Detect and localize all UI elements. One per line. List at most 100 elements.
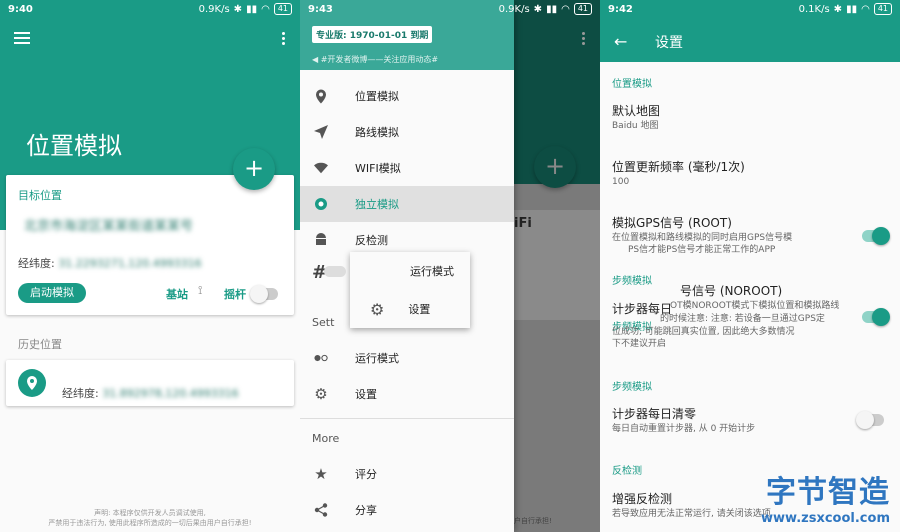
- wifi-status-icon: ◠: [861, 3, 870, 15]
- popup-item-label: 设置: [408, 303, 431, 316]
- page-title: 设置: [655, 35, 683, 51]
- target-coords-row: 经纬度: 31.2293271,120.4993316: [18, 255, 202, 271]
- more-section-header: More: [312, 432, 340, 445]
- dimmed-wifi-text: iFi: [514, 216, 532, 231]
- gear-icon: ⚙: [370, 299, 385, 319]
- battery-icon: 41: [573, 3, 592, 15]
- watermark-text: 字节智造: [766, 475, 890, 510]
- popup-item-settings[interactable]: ⚙ 设置: [350, 290, 470, 328]
- menu-item-route[interactable]: 路线模拟: [300, 114, 514, 150]
- section-header-location: 位置模拟: [612, 79, 652, 90]
- pref-gps-noroot[interactable]: 号信号 (NOROOT): [680, 282, 782, 299]
- coords-label: 经纬度:: [18, 257, 55, 270]
- watermark-logo: 字节智造 www.zsxcool.com: [761, 467, 890, 526]
- pref-enhanced-anti-detect[interactable]: 增强反检测: [612, 490, 672, 507]
- overflow-menu-icon[interactable]: [282, 32, 286, 48]
- pref-step-reset-summary: 每日自动重置计步器, 从 0 开始计步: [612, 424, 756, 434]
- wifi-status-icon: ◠: [561, 3, 570, 15]
- navigation-drawer-screen: + iFi 户自行承担! 9:43 0.9K/s ✱ ▮▮ ◠ 41 专业版: …: [300, 0, 600, 532]
- menu-item-label: 反检测: [355, 234, 388, 247]
- status-bar: 9:43 0.9K/s ✱ ▮▮ ◠ 41: [300, 0, 600, 18]
- menu-item-label: 分享: [355, 504, 377, 517]
- add-location-button[interactable]: +: [233, 148, 275, 190]
- joystick-label: 摇杆: [224, 288, 246, 301]
- gps-noroot-toggle[interactable]: [862, 308, 890, 326]
- history-coords: 31.892978,120.4993316: [102, 387, 239, 400]
- start-simulation-button[interactable]: 启动模拟: [18, 283, 86, 303]
- megaphone-icon: ◀: [312, 55, 319, 64]
- disclaimer: 声明: 本程序仅供开发人员调试使用, 严禁用于违法行为, 使用此程序所造成的一切…: [0, 508, 300, 528]
- pro-badge: 专业版: 1970-01-01 到期: [312, 26, 433, 43]
- target-location-card: 目标位置 北京市海淀区某某街道某某号 经纬度: 31.2293271,120.4…: [6, 175, 294, 315]
- history-label: 历史位置: [18, 338, 62, 351]
- menu-icon[interactable]: [14, 32, 30, 44]
- android-icon: [314, 233, 328, 247]
- overflow-menu-icon: [582, 32, 586, 48]
- disclaimer-line: 严禁用于违法行为, 使用此程序所造成的一切后果由用户自行承担!: [48, 519, 252, 527]
- disclaimer-line: 声明: 本程序仅供开发人员调试使用,: [94, 509, 206, 517]
- share-icon: [314, 503, 328, 517]
- bluetooth-icon: ✱: [533, 3, 543, 15]
- menu-item-settings[interactable]: ⚙ 设置: [300, 376, 514, 412]
- status-bar: 9:42 0.1K/s ✱ ▮▮ ◠ 41: [600, 0, 900, 18]
- popup-item-run-mode[interactable]: 运行模式: [350, 252, 470, 290]
- menu-item-run-mode[interactable]: 运行模式: [300, 340, 514, 376]
- star-icon: ★: [314, 465, 328, 483]
- pref-gps-root-summary: PS信才能PS信号才能正常工作的APP: [628, 245, 776, 255]
- battery-icon: 41: [273, 3, 292, 15]
- target-icon: [314, 197, 328, 211]
- menu-item-standalone[interactable]: 独立模拟: [300, 186, 514, 222]
- section-header-step: 步频模拟: [612, 276, 652, 287]
- divider: [300, 418, 514, 419]
- network-speed: 0.9K/s: [198, 3, 230, 15]
- pref-noroot-summary: OT模NOROOT模式下模拟位置和模拟路线: [670, 301, 840, 311]
- location-pin-icon: [314, 89, 328, 103]
- signal-icon: ▮▮: [246, 3, 258, 15]
- status-bar: 9:40 0.9K/s ✱ ▮▮ ◠ 41: [0, 0, 300, 18]
- toggle-icon: [314, 351, 328, 365]
- pref-noroot-summary: 位成功, 可能跳回真实位置, 因此绝大多数情况: [612, 327, 795, 337]
- location-simulation-screen: 9:40 0.9K/s ✱ ▮▮ ◠ 41 位置模拟 目标位置 北京市海淀区某某…: [0, 0, 300, 532]
- antenna-icon: ⟟: [198, 283, 203, 297]
- navigation-arrow-icon: [314, 125, 328, 139]
- back-arrow-icon[interactable]: ←: [614, 32, 627, 51]
- history-location-card[interactable]: 经纬度: 31.892978,120.4993316: [6, 360, 294, 406]
- bluetooth-icon: ✱: [833, 3, 843, 15]
- wifi-icon: [314, 161, 328, 175]
- page-title: 位置模拟: [26, 132, 122, 160]
- add-location-button-dimmed: +: [534, 146, 576, 188]
- menu-item-share[interactable]: 分享: [300, 492, 514, 528]
- pref-gps-root[interactable]: 模拟GPS信号 (ROOT): [612, 214, 732, 231]
- gear-icon: ⚙: [314, 385, 328, 403]
- menu-item-label: WIFI模拟: [355, 162, 401, 175]
- step-reset-toggle[interactable]: [856, 411, 884, 429]
- pref-default-map[interactable]: 默认地图: [612, 102, 660, 119]
- menu-item-location[interactable]: 位置模拟: [300, 78, 514, 114]
- pref-update-rate[interactable]: 位置更新频率 (毫秒/1次): [612, 158, 745, 175]
- network-speed: 0.1K/s: [798, 3, 830, 15]
- pref-noroot-summary: 下不建议开启: [612, 339, 667, 349]
- network-speed: 0.9K/s: [498, 3, 530, 15]
- section-header-step: 步频模拟: [612, 382, 652, 393]
- pref-update-rate-value: 100: [612, 177, 630, 187]
- pref-gps-root-summary: 在位置模拟和路线模拟的同时启用GPS信号模: [612, 233, 793, 243]
- pref-step-reset[interactable]: 计步器每日清零: [612, 405, 696, 422]
- signal-icon: ▮▮: [546, 3, 558, 15]
- bluetooth-icon: ✱: [233, 3, 243, 15]
- menu-item-label: 独立模拟: [355, 198, 399, 211]
- gps-root-toggle[interactable]: [862, 227, 890, 245]
- target-coords: 31.2293271,120.4993316: [58, 257, 202, 270]
- menu-item-wifi[interactable]: WIFI模拟: [300, 150, 514, 186]
- history-coords-row: 经纬度: 31.892978,120.4993316: [62, 385, 239, 401]
- settings-section-header: Sett: [312, 316, 335, 329]
- dimmed-card: iFi: [514, 210, 600, 320]
- base-station-label[interactable]: 基站: [166, 286, 188, 302]
- joystick-toggle[interactable]: [250, 285, 278, 303]
- battery-icon: 41: [873, 3, 892, 15]
- menu-item-rate[interactable]: ★ 评分: [300, 456, 514, 492]
- pref-noroot-summary: 的时候注意: 注意: 若设备一旦通过GPS定: [660, 314, 825, 324]
- developer-notice-link[interactable]: ◀ #开发者微博——关注应用动态#: [312, 54, 438, 65]
- target-location-label: 目标位置: [18, 189, 62, 202]
- settings-screen: 9:42 0.1K/s ✱ ▮▮ ◠ 41 ← 设置 位置模拟 默认地图 Bai…: [600, 0, 900, 532]
- status-time: 9:43: [308, 3, 333, 15]
